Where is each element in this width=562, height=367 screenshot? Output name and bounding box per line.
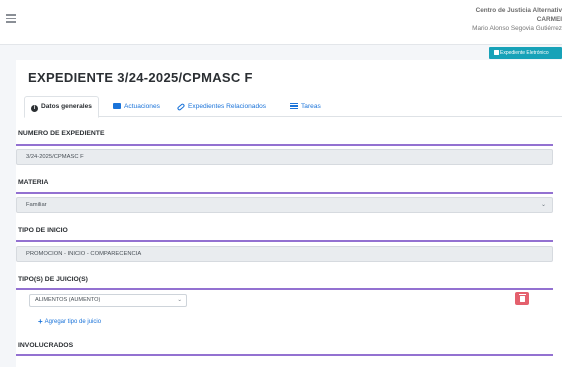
folder-icon [113,103,121,109]
tab-bar: i Datos generales Actuaciones Expedientes… [24,96,562,118]
tipo-juicio-select[interactable]: ALIMENTOS (AUMENTO) ⌄ [29,294,187,307]
org-unit: CARMEI [536,16,562,23]
tab-actuaciones[interactable]: Actuaciones [113,96,160,117]
tipo-inicio-field: PROMOCION - INICIO - COMPARECENCIA [16,246,553,262]
numero-expediente-label: NUMERO DE EXPEDIENTE [18,130,105,137]
chevron-down-icon: ⌄ [540,202,546,208]
tab-label: Datos generales [41,103,92,110]
expediente-electronico-button[interactable]: Expediente Eletrónico [489,47,562,59]
hamburger-menu-icon[interactable] [6,14,16,23]
involucrados-label: INVOLUCRADOS [18,342,74,349]
page-title: EXPEDIENTE 3/24-2025/CPMASC F [28,70,253,85]
tab-datos-generales[interactable]: i Datos generales [24,96,99,118]
tab-label: Expedientes Relacionados [188,103,267,110]
user-name: Mario Alonso Segovia Gutiérrez [472,25,562,32]
add-tipo-juicio-label: Agregar tipo de juicio [44,319,102,325]
document-icon [494,49,499,55]
link-icon [176,102,186,112]
tab-tareas[interactable]: Tareas [290,96,321,117]
tipo-juicio-label: TIPO(S) DE JUICIO(S) [18,276,88,283]
plus-icon: + [38,317,43,326]
section-divider [16,240,553,242]
chevron-down-icon: ⌄ [177,297,182,303]
expediente-electronico-label: Expediente Eletrónico [500,50,549,56]
section-divider [16,288,553,290]
numero-expediente-field: 3/24-2025/CPMASC F [16,149,553,165]
top-navbar: Centro de Justicia Alternativ CARMEI Mar… [0,0,562,45]
materia-label: MATERIA [18,179,49,186]
tab-label: Tareas [301,103,321,110]
add-tipo-juicio-link[interactable]: + Agregar tipo de juicio [38,317,101,326]
section-divider [16,192,553,194]
tipo-juicio-value: ALIMENTOS (AUMENTO) [35,297,101,303]
section-divider [16,144,553,146]
materia-select[interactable]: Familiar ⌄ [16,197,553,213]
delete-juicio-button[interactable] [515,292,529,305]
tipo-inicio-label: TIPO DE INICIO [18,227,68,234]
info-icon: i [31,105,38,112]
materia-value: Familiar [26,202,47,208]
list-icon [290,103,298,109]
user-org-info: Centro de Justicia Alternativ CARMEI Mar… [472,6,562,33]
org-name: Centro de Justicia Alternativ [475,7,562,14]
section-divider [16,354,553,356]
tab-expedientes-relacionados[interactable]: Expedientes Relacionados [176,96,267,117]
tab-label: Actuaciones [124,103,160,110]
